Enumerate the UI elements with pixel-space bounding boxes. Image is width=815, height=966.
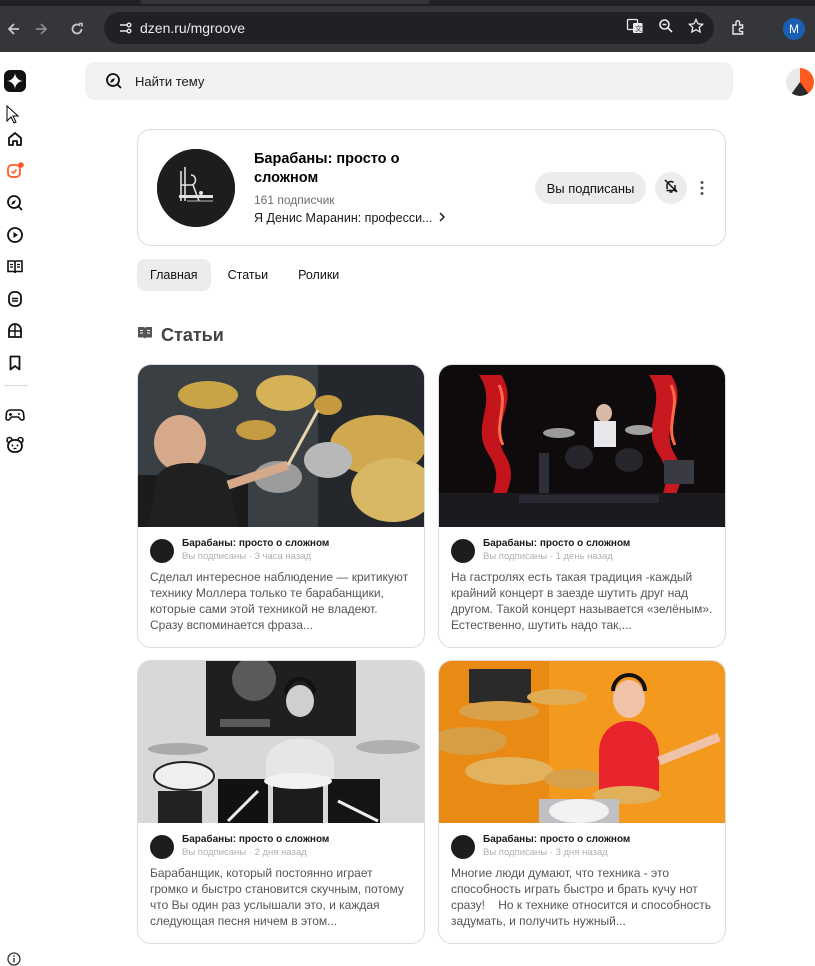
- channel-logo[interactable]: [157, 149, 235, 227]
- channel-mini-logo[interactable]: [150, 835, 174, 859]
- site-info-icon[interactable]: [110, 20, 140, 36]
- games-icon[interactable]: [4, 403, 26, 425]
- article-thumbnail[interactable]: [138, 661, 424, 823]
- notifications-toggle-button[interactable]: [655, 172, 687, 204]
- profile-avatar[interactable]: M: [783, 18, 805, 40]
- bookmark-icon[interactable]: [4, 352, 26, 374]
- zoom-icon[interactable]: [658, 18, 674, 39]
- article-author[interactable]: Барабаны: просто о сложном: [483, 833, 630, 846]
- article-thumbnail[interactable]: [439, 365, 725, 527]
- tab-articles[interactable]: Статьи: [215, 259, 282, 291]
- user-avatar[interactable]: [786, 68, 814, 96]
- articles-section-icon: [137, 326, 153, 345]
- article-meta: Барабаны: просто о сложном Вы подписаны …: [451, 537, 630, 563]
- article-author[interactable]: Барабаны: просто о сложном: [182, 537, 329, 550]
- article-thumbnail[interactable]: [439, 661, 725, 823]
- article-thumbnail[interactable]: [138, 365, 424, 527]
- extensions-icon[interactable]: [730, 19, 748, 42]
- browser-tab[interactable]: [140, 0, 430, 4]
- channel-mini-logo[interactable]: [150, 539, 174, 563]
- url-text[interactable]: dzen.ru/mgroove: [140, 20, 245, 36]
- forward-icon[interactable]: [27, 15, 55, 43]
- bell-off-icon: [663, 178, 679, 199]
- article-meta: Барабаны: просто о сложном Вы подписаны …: [150, 833, 329, 859]
- more-options-icon[interactable]: [694, 174, 710, 202]
- address-bar[interactable]: dzen.ru/mgroove 文: [104, 12, 714, 44]
- info-icon[interactable]: [7, 952, 21, 966]
- article-card[interactable]: Барабаны: просто о сложном Вы подписаны …: [137, 660, 425, 944]
- channel-mini-logo[interactable]: [451, 539, 475, 563]
- search-icon: [105, 72, 123, 90]
- article-status-time: Вы подписаны · 1 день назад: [483, 551, 613, 562]
- article-excerpt[interactable]: Барабанщик, который постоянно играет гро…: [150, 865, 412, 929]
- subscriber-count: 161 подписчик: [254, 193, 335, 207]
- back-icon[interactable]: [0, 15, 28, 43]
- article-excerpt[interactable]: Сделал интересное наблюдение — критикуют…: [150, 569, 412, 633]
- article-excerpt[interactable]: На гастролях есть такая традиция -каждый…: [451, 569, 713, 633]
- rail-divider: [4, 385, 28, 386]
- article-meta: Барабаны: просто о сложном Вы подписаны …: [150, 537, 329, 563]
- mouse-cursor-icon: [2, 104, 24, 126]
- reload-icon[interactable]: [63, 15, 91, 43]
- article-meta: Барабаны: просто о сложном Вы подписаны …: [451, 833, 630, 859]
- explore-icon[interactable]: [4, 192, 26, 214]
- translate-icon[interactable]: 文: [626, 17, 644, 40]
- left-rail: [0, 52, 30, 966]
- article-status-time: Вы подписаны · 3 часа назад: [182, 551, 312, 562]
- article-card[interactable]: Барабаны: просто о сложном Вы подписаны …: [438, 660, 726, 944]
- channel-title[interactable]: Барабаны: просто о сложном: [254, 150, 434, 188]
- article-status-time: Вы подписаны · 3 дня назад: [483, 847, 608, 858]
- browser-toolbar: dzen.ru/mgroove 文 M: [0, 6, 815, 52]
- tab-main[interactable]: Главная: [137, 259, 211, 291]
- channel-mini-logo[interactable]: [451, 835, 475, 859]
- articles-icon[interactable]: [4, 256, 26, 278]
- article-author[interactable]: Барабаны: просто о сложном: [182, 833, 329, 846]
- article-excerpt[interactable]: Многие люди думают, что техника - это сп…: [451, 865, 713, 929]
- home-icon[interactable]: [4, 128, 26, 150]
- bookmark-star-icon[interactable]: [687, 17, 705, 39]
- article-author[interactable]: Барабаны: просто о сложном: [483, 537, 630, 550]
- courses-icon[interactable]: [4, 320, 26, 342]
- kids-icon[interactable]: [4, 434, 26, 456]
- article-card[interactable]: Барабаны: просто о сложном Вы подписаны …: [137, 364, 425, 648]
- tab-videos[interactable]: Ролики: [285, 259, 352, 291]
- video-icon[interactable]: [4, 224, 26, 246]
- shorts-icon[interactable]: [4, 288, 26, 310]
- section-header: Статьи: [137, 325, 224, 346]
- dzen-logo-icon[interactable]: [4, 70, 26, 92]
- notifications-icon[interactable]: [4, 160, 26, 182]
- search-bar[interactable]: Найти тему: [85, 62, 733, 100]
- channel-card: Барабаны: просто о сложном 161 подписчик…: [137, 129, 726, 246]
- search-input[interactable]: Найти тему: [135, 74, 204, 89]
- channel-description[interactable]: Я Денис Маранин: професси...: [254, 211, 446, 225]
- article-status-time: Вы подписаны · 2 дня назад: [182, 847, 307, 858]
- svg-text:文: 文: [635, 24, 642, 33]
- channel-description-text: Я Денис Маранин: професси...: [254, 211, 433, 225]
- section-title: Статьи: [161, 325, 224, 345]
- chevron-right-icon: [438, 211, 446, 225]
- article-card[interactable]: Барабаны: просто о сложном Вы подписаны …: [438, 364, 726, 648]
- channel-tabs: Главная Статьи Ролики: [137, 259, 352, 291]
- subscribed-button[interactable]: Вы подписаны: [535, 172, 646, 204]
